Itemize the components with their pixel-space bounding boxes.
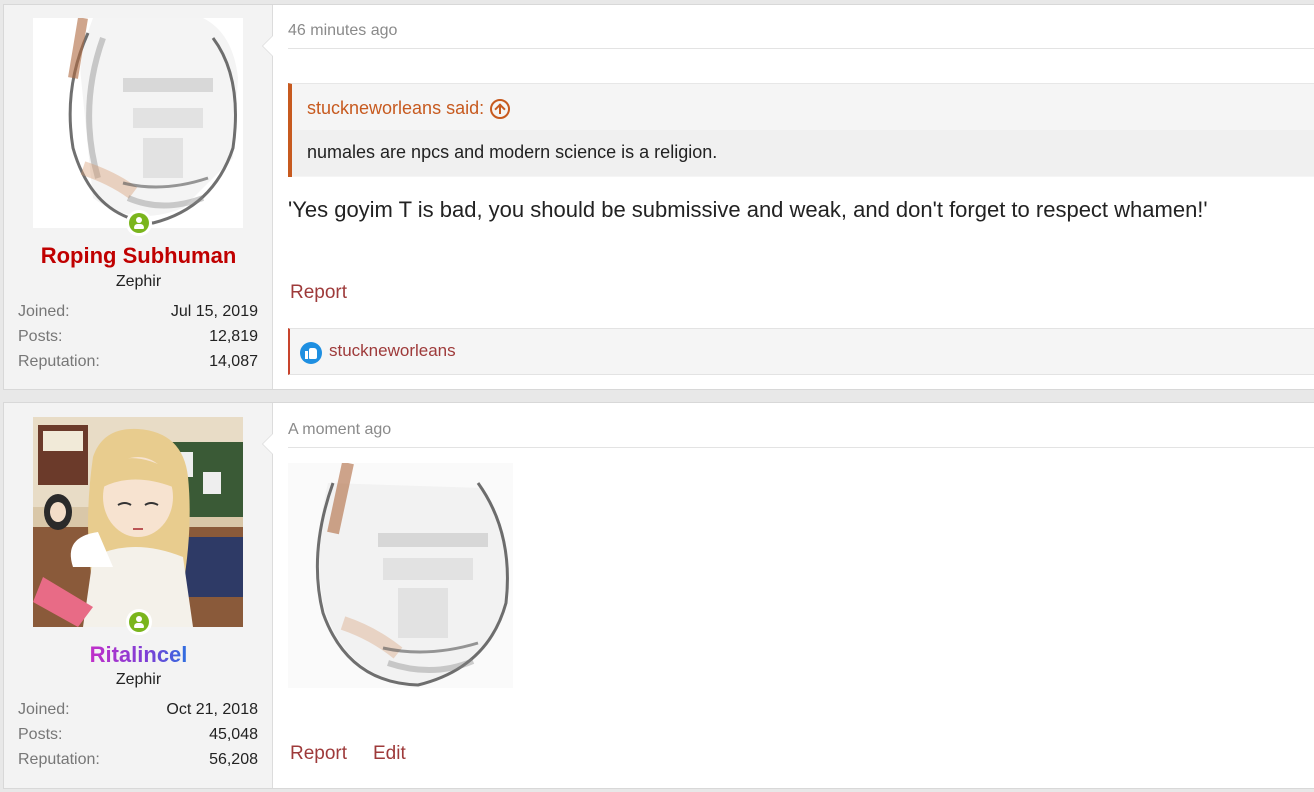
online-status-icon	[126, 609, 152, 635]
user-title: Zephir	[115, 273, 162, 290]
like-icon	[300, 342, 322, 364]
username[interactable]: Roping Subhuman	[4, 243, 273, 269]
quote-author-link[interactable]: stuckneworleans said:	[307, 98, 511, 119]
reactions-bar: stuckneworleans	[288, 328, 1314, 375]
divider	[288, 48, 1314, 49]
user-avatar[interactable]	[33, 18, 243, 228]
quote-text: numales are npcs and modern science is a…	[292, 130, 1314, 176]
pointer-arrow-fill	[263, 434, 273, 454]
stat-posts: Posts: 12,819	[18, 328, 258, 345]
anime-girl-avatar-icon	[33, 417, 243, 627]
user-avatar[interactable]	[33, 417, 243, 627]
pointer-arrow-fill	[263, 36, 273, 56]
online-status-icon	[126, 210, 152, 236]
post-2: Ritalincel Zephir Joined: Oct 21, 2018 P…	[3, 402, 1314, 789]
edit-button[interactable]: Edit	[373, 743, 406, 765]
divider	[288, 447, 1314, 448]
stat-reputation: Reputation: 56,208	[18, 751, 258, 768]
stat-reputation: Reputation: 14,087	[18, 353, 258, 370]
user-title: Zephir	[115, 671, 162, 688]
post-time[interactable]: 46 minutes ago	[288, 22, 397, 40]
sketch-face-image-icon	[288, 461, 513, 688]
sketch-face-avatar-icon	[33, 18, 243, 228]
user-panel: Roping Subhuman Zephir Joined: Jul 15, 2…	[4, 5, 273, 389]
stat-joined: Joined: Jul 15, 2019	[18, 303, 258, 320]
arrow-up-circle-icon[interactable]	[490, 98, 511, 119]
reaction-user-link[interactable]: stuckneworleans	[329, 341, 456, 361]
report-button[interactable]: Report	[290, 282, 347, 304]
attached-image[interactable]	[288, 461, 513, 688]
stat-joined: Joined: Oct 21, 2018	[18, 701, 258, 718]
post-content: A moment ago Report Edit	[262, 403, 1314, 788]
post-content: 46 minutes ago stuckneworleans said: num…	[262, 5, 1314, 389]
post-message: 'Yes goyim T is bad, you should be submi…	[288, 197, 1208, 222]
quote-block: stuckneworleans said: numales are npcs a…	[288, 83, 1314, 177]
report-button[interactable]: Report	[290, 743, 347, 765]
username[interactable]: Ritalincel	[4, 642, 273, 668]
user-panel: Ritalincel Zephir Joined: Oct 21, 2018 P…	[4, 403, 273, 788]
post-time[interactable]: A moment ago	[288, 421, 391, 439]
stat-posts: Posts: 45,048	[18, 726, 258, 743]
post-1: Roping Subhuman Zephir Joined: Jul 15, 2…	[3, 4, 1314, 390]
quote-author[interactable]: stuckneworleans said:	[307, 98, 484, 119]
